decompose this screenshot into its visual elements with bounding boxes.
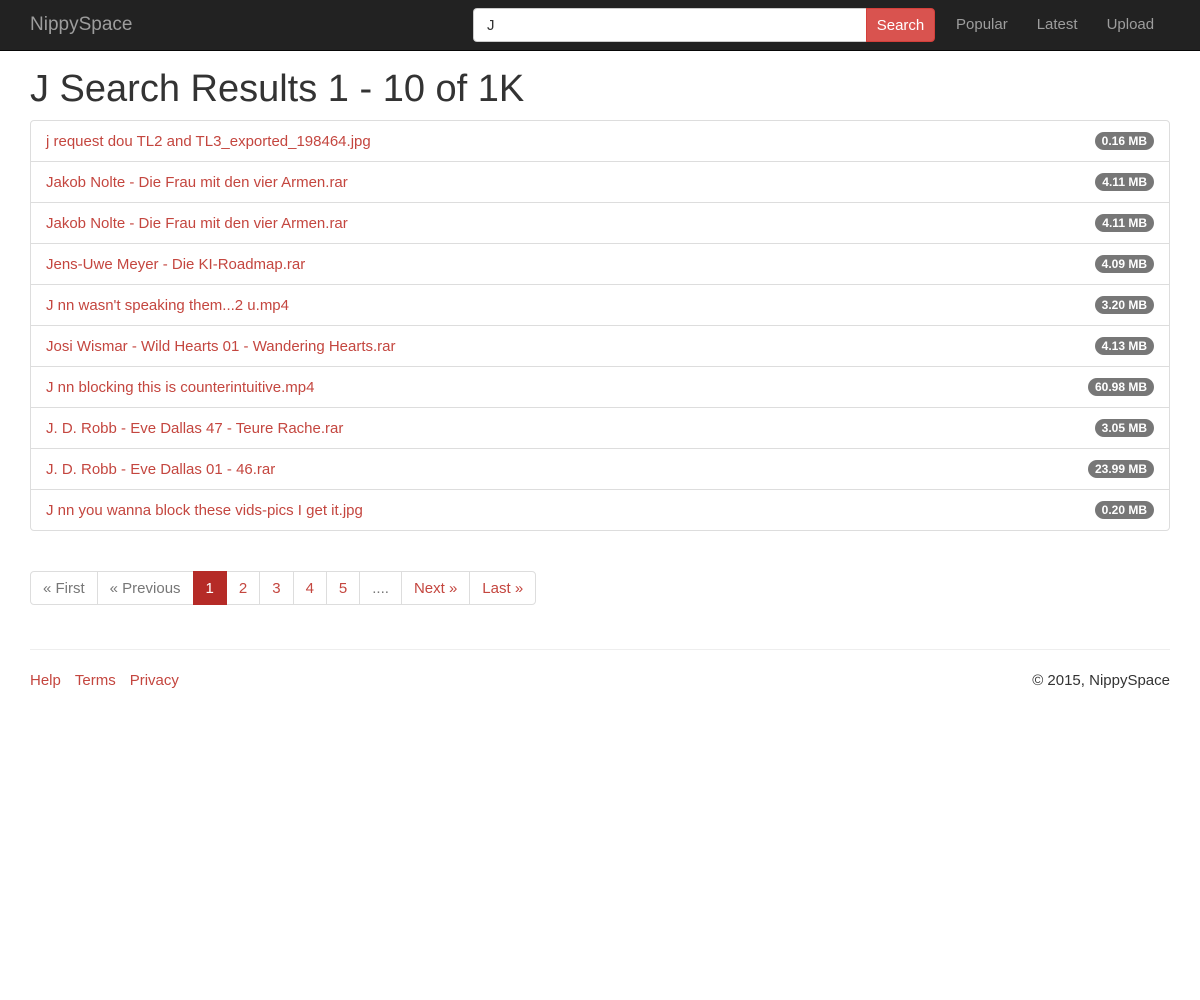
file-size-badge: 4.09 MB (1094, 255, 1154, 273)
pagination-page-1[interactable]: 1 (192, 571, 227, 605)
brand-logo-link[interactable]: NippySpace (30, 14, 132, 36)
result-item: J nn blocking this is counterintuitive.m… (31, 366, 1169, 407)
page-title: J Search Results 1 - 10 of 1K (30, 68, 525, 110)
footer-divider (30, 649, 1170, 650)
pagination-page-2[interactable]: 2 (225, 571, 261, 605)
result-link[interactable]: J. D. Robb - Eve Dallas 01 - 46.rar (46, 461, 275, 478)
result-item: J nn wasn't speaking them...2 u.mp4 3.20… (31, 284, 1169, 325)
result-item: j request dou TL2 and TL3_exported_19846… (31, 121, 1169, 161)
result-link[interactable]: Jakob Nolte - Die Frau mit den vier Arme… (46, 174, 348, 191)
file-size-badge: 3.05 MB (1094, 419, 1154, 437)
pagination-last[interactable]: Last » (469, 571, 537, 605)
search-form: Search (473, 8, 935, 42)
pagination: « First « Previous 1 2 3 4 5 .... Next »… (30, 571, 537, 605)
result-item: J. D. Robb - Eve Dallas 01 - 46.rar 23.9… (31, 448, 1169, 489)
result-item: Jakob Nolte - Die Frau mit den vier Arme… (31, 161, 1169, 202)
result-item: Josi Wismar - Wild Hearts 01 - Wandering… (31, 325, 1169, 366)
copyright-text: © 2015, NippySpace (1032, 672, 1170, 689)
nav-links: Popular Latest Upload (956, 16, 1154, 33)
result-link[interactable]: Josi Wismar - Wild Hearts 01 - Wandering… (46, 338, 396, 355)
result-item: Jens-Uwe Meyer - Die KI-Roadmap.rar 4.09… (31, 243, 1169, 284)
pagination-page-3[interactable]: 3 (259, 571, 294, 605)
file-size-badge: 4.13 MB (1094, 337, 1154, 355)
result-link[interactable]: j request dou TL2 and TL3_exported_19846… (46, 133, 371, 150)
file-size-badge: 23.99 MB (1087, 460, 1154, 478)
result-item: Jakob Nolte - Die Frau mit den vier Arme… (31, 202, 1169, 243)
nav-link-latest[interactable]: Latest (1037, 16, 1078, 33)
result-link[interactable]: J nn wasn't speaking them...2 u.mp4 (46, 297, 289, 314)
result-link[interactable]: J nn you wanna block these vids-pics I g… (46, 502, 363, 519)
pagination-first: « First (30, 571, 98, 605)
footer-link-terms[interactable]: Terms (75, 672, 116, 689)
file-size-badge: 4.11 MB (1095, 173, 1154, 191)
result-link[interactable]: J. D. Robb - Eve Dallas 47 - Teure Rache… (46, 420, 343, 437)
result-item: J nn you wanna block these vids-pics I g… (31, 489, 1169, 530)
nav-link-popular[interactable]: Popular (956, 16, 1008, 33)
result-link[interactable]: Jakob Nolte - Die Frau mit den vier Arme… (46, 215, 348, 232)
result-item: J. D. Robb - Eve Dallas 47 - Teure Rache… (31, 407, 1169, 448)
result-link[interactable]: J nn blocking this is counterintuitive.m… (46, 379, 314, 396)
file-size-badge: 0.20 MB (1094, 501, 1154, 519)
footer-links: Help Terms Privacy (30, 672, 193, 689)
results-list: j request dou TL2 and TL3_exported_19846… (30, 120, 1170, 531)
pagination-next[interactable]: Next » (400, 571, 471, 605)
pagination-page-5[interactable]: 5 (325, 571, 361, 605)
pagination-page-4[interactable]: 4 (292, 571, 327, 605)
top-navbar: NippySpace Search Popular Latest Upload (0, 0, 1200, 51)
search-button[interactable]: Search (866, 8, 935, 42)
nav-link-upload[interactable]: Upload (1107, 16, 1155, 33)
file-size-badge: 3.20 MB (1094, 296, 1154, 314)
file-size-badge: 0.16 MB (1094, 132, 1154, 150)
file-size-badge: 4.11 MB (1095, 214, 1154, 232)
footer-link-help[interactable]: Help (30, 672, 61, 689)
search-input[interactable] (473, 8, 866, 42)
footer-link-privacy[interactable]: Privacy (130, 672, 179, 689)
pagination-previous: « Previous (96, 571, 194, 605)
file-size-badge: 60.98 MB (1087, 378, 1154, 396)
pagination-ellipsis: .... (359, 571, 402, 605)
result-link[interactable]: Jens-Uwe Meyer - Die KI-Roadmap.rar (46, 256, 305, 273)
